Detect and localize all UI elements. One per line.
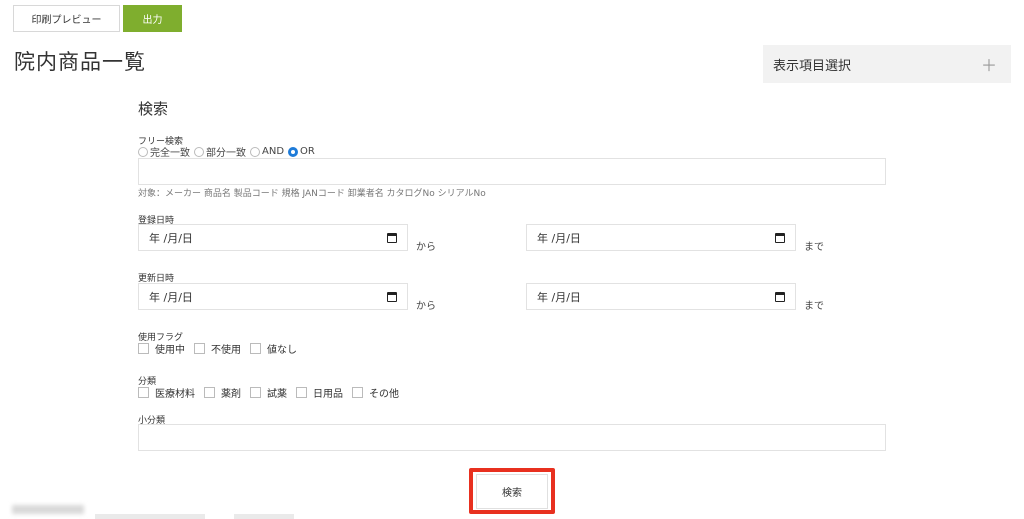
radio-button[interactable] <box>194 146 204 157</box>
from-suffix: から <box>416 242 436 253</box>
registered-to-date-input[interactable]: 年 /月/日 <box>526 224 796 251</box>
to-suffix: まで <box>804 301 824 312</box>
calendar-icon[interactable] <box>387 232 397 243</box>
date-placeholder: 年 /月/日 <box>149 290 193 304</box>
radio-or[interactable]: OR <box>288 146 315 157</box>
date-placeholder: 年 /月/日 <box>537 231 581 245</box>
subcategory-input[interactable] <box>138 424 886 451</box>
calendar-icon[interactable] <box>387 291 397 302</box>
radio-label: 完全一致 <box>150 148 190 159</box>
checkbox-daily-goods[interactable]: 日用品 <box>296 385 343 400</box>
checkbox-label: 値なし <box>267 345 297 356</box>
checkbox[interactable] <box>296 387 307 398</box>
checkbox-unused[interactable]: 不使用 <box>194 341 241 356</box>
checkbox-label: 不使用 <box>211 345 241 356</box>
radio-button[interactable] <box>250 146 260 157</box>
free-search-hint: 対象：メーカー 商品名 製品コード 規格 JANコード 卸業者名 カタログNo … <box>138 189 486 199</box>
radio-exact-match[interactable]: 完全一致 <box>138 144 190 159</box>
checkbox-medical-material[interactable]: 医療材料 <box>138 385 195 400</box>
column-select-panel[interactable]: 表示項目選択 ＋ <box>763 45 1011 83</box>
checkbox[interactable] <box>250 343 261 354</box>
updated-to-date-input[interactable]: 年 /月/日 <box>526 283 796 310</box>
blurred-footer-text <box>12 505 84 514</box>
page-title: 院内商品一覧 <box>14 50 146 74</box>
radio-and[interactable]: AND <box>250 146 284 157</box>
radio-label: 部分一致 <box>206 148 246 159</box>
category-group: 医療材料 薬剤 試薬 日用品 その他 <box>138 385 408 400</box>
checkbox-no-value[interactable]: 値なし <box>250 341 297 356</box>
calendar-icon[interactable] <box>775 232 785 243</box>
plus-icon[interactable]: ＋ <box>981 52 997 76</box>
checkbox-other[interactable]: その他 <box>352 385 399 400</box>
free-search-input[interactable] <box>138 158 886 185</box>
checkbox-label: 医療材料 <box>155 389 195 400</box>
radio-label: AND <box>262 146 285 157</box>
checkbox[interactable] <box>250 387 261 398</box>
checkbox[interactable] <box>138 387 149 398</box>
checkbox-drug[interactable]: 薬剤 <box>204 385 241 400</box>
checkbox-label: 試薬 <box>267 389 287 400</box>
match-mode-radio-group: 完全一致 部分一致 AND OR <box>138 144 319 159</box>
from-suffix: から <box>416 301 436 312</box>
to-suffix: まで <box>804 242 824 253</box>
footer-divider <box>95 514 205 519</box>
checkbox[interactable] <box>194 343 205 354</box>
checkbox-reagent[interactable]: 試薬 <box>250 385 287 400</box>
radio-button-checked[interactable] <box>288 146 299 157</box>
highlight-box <box>469 468 555 514</box>
search-section-title: 検索 <box>138 100 169 118</box>
print-preview-button[interactable]: 印刷プレビュー <box>13 5 120 32</box>
checkbox[interactable] <box>352 387 363 398</box>
footer-divider <box>234 514 294 519</box>
radio-label: OR <box>300 146 315 157</box>
checkbox-label: 薬剤 <box>221 389 241 400</box>
checkbox[interactable] <box>204 387 215 398</box>
date-placeholder: 年 /月/日 <box>149 231 193 245</box>
checkbox-in-use[interactable]: 使用中 <box>138 341 185 356</box>
date-placeholder: 年 /月/日 <box>537 290 581 304</box>
calendar-icon[interactable] <box>775 291 785 302</box>
checkbox[interactable] <box>138 343 149 354</box>
registered-from-date-input[interactable]: 年 /月/日 <box>138 224 408 251</box>
updated-from-date-input[interactable]: 年 /月/日 <box>138 283 408 310</box>
output-button[interactable]: 出力 <box>123 5 182 32</box>
checkbox-label: 日用品 <box>313 389 343 400</box>
radio-partial-match[interactable]: 部分一致 <box>194 144 246 159</box>
column-select-title: 表示項目選択 <box>773 58 852 74</box>
checkbox-label: その他 <box>369 389 399 400</box>
checkbox-label: 使用中 <box>155 345 185 356</box>
usage-flag-group: 使用中 不使用 値なし <box>138 341 306 356</box>
radio-button[interactable] <box>138 146 148 157</box>
